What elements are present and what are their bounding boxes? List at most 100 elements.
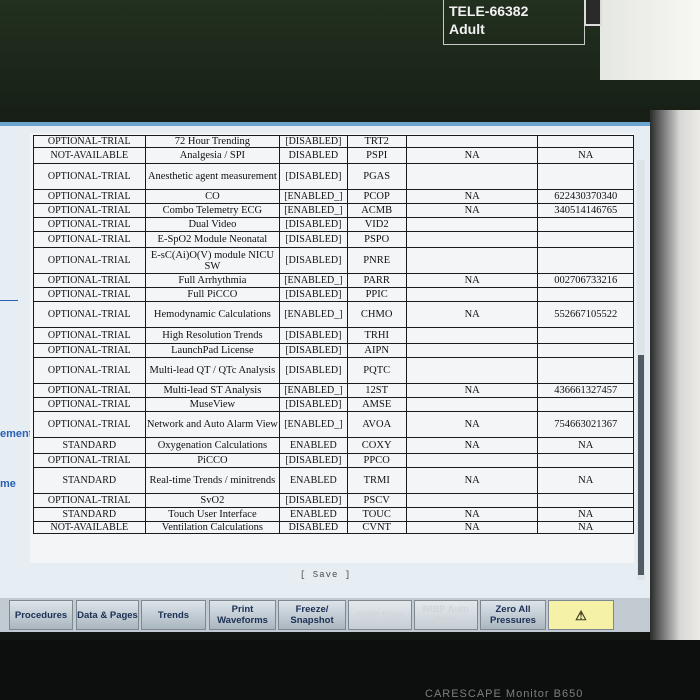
option-code-cell: PPIC: [346, 287, 407, 302]
table-row[interactable]: OPTIONAL-TRIAL E-SpO2 Module Neonatal [DIS…: [33, 231, 634, 248]
option-trial-cell: NA: [405, 203, 539, 218]
option-status-cell: OPTIONAL-TRIAL: [33, 203, 146, 218]
option-code-cell: CHMO: [346, 301, 407, 328]
option-serial-cell: NA: [537, 507, 634, 522]
scrollbar[interactable]: [637, 160, 645, 580]
option-code-cell: AIPN: [346, 343, 407, 358]
table-row[interactable]: OPTIONAL-TRIAL 72 Hour Trending [DISABLED]…: [33, 135, 634, 148]
background-light: [600, 0, 700, 80]
option-code-cell: PSCV: [346, 493, 407, 508]
option-trial-cell: [405, 217, 539, 232]
option-trial-cell: [405, 343, 539, 358]
bottom-button-bar: Procedures Data & Pages Trends Print Wavefo…: [0, 598, 658, 632]
option-code-cell: TOUC: [346, 507, 407, 522]
table-row[interactable]: OPTIONAL-TRIAL Dual Video [DISABLED] VID2: [33, 217, 634, 232]
option-code-cell: CVNT: [346, 521, 407, 534]
option-code-cell: PQTC: [346, 357, 407, 384]
table-row[interactable]: OPTIONAL-TRIAL High Resolution Trends [DIS…: [33, 327, 634, 344]
table-row[interactable]: OPTIONAL-TRIAL SvO2 [DISABLED] PSCV: [33, 493, 634, 508]
option-trial-cell: [405, 327, 539, 344]
option-state-cell: [DISABLED]: [279, 453, 348, 468]
print-waveforms-button[interactable]: Print Waveforms: [209, 600, 276, 630]
option-trial-cell: NA: [405, 521, 539, 534]
option-name-cell: Multi-lead ST Analysis: [144, 383, 281, 398]
option-trial-cell: NA: [405, 383, 539, 398]
option-status-cell: OPTIONAL-TRIAL: [33, 217, 146, 232]
table-row[interactable]: STANDARD Real-time Trends / minitrends ENA…: [33, 467, 634, 494]
scrollbar-thumb[interactable]: [638, 355, 644, 575]
table-row[interactable]: OPTIONAL-TRIAL Multi-lead ST Analysis [ENA…: [33, 383, 634, 398]
table-row[interactable]: STANDARD Touch User Interface ENABLED TOUC N…: [33, 507, 634, 522]
option-serial-cell: 002706733216: [537, 273, 634, 288]
option-serial-cell: NA: [537, 521, 634, 534]
data-pages-button[interactable]: Data & Pages: [76, 600, 139, 630]
option-state-cell: [ENABLED_]: [279, 273, 348, 288]
option-status-cell: OPTIONAL-TRIAL: [33, 327, 146, 344]
zero-all-pressures-button[interactable]: Zero All Pressures: [480, 600, 546, 630]
nibp-start-button[interactable]: NIBP Start: [348, 600, 412, 630]
trends-button[interactable]: Trends: [141, 600, 206, 630]
option-serial-cell: [537, 357, 634, 384]
alarm-silence-button[interactable]: ⚠: [548, 600, 614, 630]
option-serial-cell: NA: [537, 437, 634, 454]
option-name-cell: Multi-lead QT / QTc Analysis: [144, 357, 281, 384]
option-name-cell: Real-time Trends / minitrends: [144, 467, 281, 494]
option-name-cell: Oxygenation Calculations: [144, 437, 281, 454]
option-trial-cell: [405, 453, 539, 468]
option-code-cell: 12ST: [346, 383, 407, 398]
option-name-cell: E-SpO2 Module Neonatal: [144, 231, 281, 248]
option-serial-cell: [537, 163, 634, 190]
option-serial-cell: [537, 247, 634, 274]
option-code-cell: PARR: [346, 273, 407, 288]
option-trial-cell: [405, 357, 539, 384]
nibp-auto-start-button[interactable]: NIBP Auto Start: [414, 600, 478, 630]
table-row[interactable]: OPTIONAL-TRIAL MuseView [DISABLED] AMSE: [33, 397, 634, 412]
save-button[interactable]: [ Save ]: [300, 570, 351, 580]
table-row[interactable]: OPTIONAL-TRIAL LaunchPad License [DISABLED…: [33, 343, 634, 358]
monitor-bezel: [650, 110, 700, 700]
option-name-cell: E-sC(Ai)O(V) module NICU SW: [144, 247, 281, 274]
patient-category: Adult: [449, 21, 485, 37]
option-trial-cell: [405, 163, 539, 190]
table-row[interactable]: OPTIONAL-TRIAL Full PiCCO [DISABLED] PPIC: [33, 287, 634, 302]
table-row[interactable]: OPTIONAL-TRIAL CO [ENABLED_] PCOP NA 62243037…: [33, 189, 634, 204]
option-serial-cell: 340514146765: [537, 203, 634, 218]
table-row[interactable]: OPTIONAL-TRIAL Multi-lead QT / QTc Analys…: [33, 357, 634, 384]
option-serial-cell: [537, 135, 634, 148]
option-name-cell: LaunchPad License: [144, 343, 281, 358]
patient-info-box[interactable]: TELE-66382 Adult: [443, 0, 602, 45]
option-status-cell: OPTIONAL-TRIAL: [33, 411, 146, 438]
patient-id: TELE-66382: [449, 3, 529, 19]
table-row[interactable]: NOT-AVAILABLE Ventilation Calculations DIS…: [33, 521, 634, 534]
monitor-bottom-bezel: [0, 640, 700, 700]
table-row[interactable]: OPTIONAL-TRIAL PiCCO [DISABLED] PPCO: [33, 453, 634, 468]
table-row[interactable]: NOT-AVAILABLE Analgesia / SPI DISABLED PSPI…: [33, 147, 634, 164]
table-row[interactable]: OPTIONAL-TRIAL Network and Auto Alarm Vie…: [33, 411, 634, 438]
procedures-button[interactable]: Procedures: [9, 600, 73, 630]
option-serial-cell: [537, 493, 634, 508]
table-row[interactable]: OPTIONAL-TRIAL Anesthetic agent measureme…: [33, 163, 634, 190]
battery-icon: [584, 0, 602, 26]
option-serial-cell: 552667105522: [537, 301, 634, 328]
option-name-cell: Combo Telemetry ECG: [144, 203, 281, 218]
option-trial-cell: [405, 247, 539, 274]
freeze-snapshot-button[interactable]: Freeze/ Snapshot: [278, 600, 346, 630]
side-menu-item-1[interactable]: ement: [0, 428, 32, 440]
table-row[interactable]: OPTIONAL-TRIAL Full Arrhythmia [ENABLED_] P…: [33, 273, 634, 288]
option-code-cell: PGAS: [346, 163, 407, 190]
option-state-cell: [DISABLED]: [279, 287, 348, 302]
side-menu-item-2[interactable]: me: [0, 478, 16, 490]
option-trial-cell: NA: [405, 437, 539, 454]
table-row[interactable]: OPTIONAL-TRIAL Hemodynamic Calculations [E…: [33, 301, 634, 328]
table-row[interactable]: OPTIONAL-TRIAL E-sC(Ai)O(V) module NICU S…: [33, 247, 634, 274]
option-code-cell: PSPO: [346, 231, 407, 248]
table-row[interactable]: OPTIONAL-TRIAL Combo Telemetry ECG [ENABLE…: [33, 203, 634, 218]
option-trial-cell: [405, 231, 539, 248]
option-state-cell: [DISABLED]: [279, 163, 348, 190]
option-trial-cell: [405, 493, 539, 508]
option-state-cell: [DISABLED]: [279, 493, 348, 508]
option-status-cell: OPTIONAL-TRIAL: [33, 247, 146, 274]
option-code-cell: COXY: [346, 437, 407, 454]
option-name-cell: Dual Video: [144, 217, 281, 232]
table-row[interactable]: STANDARD Oxygenation Calculations ENABLED C…: [33, 437, 634, 454]
